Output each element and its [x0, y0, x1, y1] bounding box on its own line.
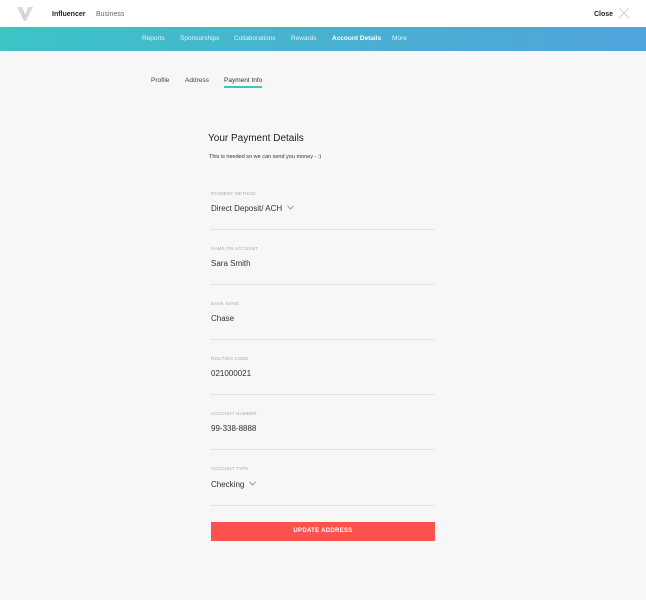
payment-method-value: Direct Deposit/ ACH: [211, 204, 283, 213]
routing-code-label: ROUTING CODE: [211, 356, 249, 361]
account-number-field[interactable]: 99-338-8888: [211, 424, 256, 434]
subtab-profile[interactable]: Profile: [151, 77, 169, 85]
nav-item-rewards[interactable]: Rewards: [291, 35, 317, 43]
update-address-button[interactable]: UPDATE ADDRESS: [211, 522, 435, 541]
nav-item-account-details[interactable]: Account Details: [332, 35, 381, 43]
name-on-account-field[interactable]: Sara Smith: [211, 259, 251, 269]
payment-method-select[interactable]: Direct Deposit/ ACH: [211, 204, 294, 214]
field-divider: [210, 505, 435, 506]
nav-item-sponsorships[interactable]: Sponsorships: [180, 35, 219, 43]
tab-influencer[interactable]: Influencer: [52, 10, 85, 19]
nav-item-more[interactable]: More: [392, 35, 407, 43]
bank-name-field[interactable]: Chase: [211, 314, 234, 324]
tab-business[interactable]: Business: [96, 10, 124, 19]
subtab-address[interactable]: Address: [185, 77, 209, 85]
account-number-label: ACCOUNT NUMBER: [211, 411, 257, 416]
account-type-select[interactable]: Checking: [211, 480, 257, 490]
v-logo-icon[interactable]: [16, 6, 34, 22]
active-tab-indicator: [224, 86, 262, 88]
account-type-value: Checking: [211, 480, 245, 489]
subtab-payment-info[interactable]: Payment Info: [224, 77, 262, 85]
top-bar: Influencer Business Close: [0, 0, 646, 27]
field-divider: [210, 229, 435, 230]
name-on-account-label: NAME ON ACCOUNT: [211, 246, 259, 251]
field-divider: [210, 284, 435, 285]
page-title: Your Payment Details: [208, 133, 304, 144]
chevron-down-icon: [287, 205, 294, 210]
field-divider: [210, 394, 435, 395]
nav-item-collaborations[interactable]: Collaborations: [234, 35, 276, 43]
bank-name-label: BANK NAME: [211, 301, 240, 306]
account-type-label: ACCOUNT TYPE: [211, 466, 249, 471]
field-divider: [210, 339, 435, 340]
nav-item-reports[interactable]: Reports: [142, 35, 165, 43]
payment-method-label: PAYMENT METHOD: [211, 191, 256, 196]
chevron-down-icon: [249, 481, 257, 486]
close-icon[interactable]: [618, 7, 630, 19]
page-subtitle: This is needed so we can send you money …: [209, 154, 322, 160]
routing-code-field[interactable]: 021000021: [211, 369, 251, 379]
field-divider: [210, 449, 435, 450]
close-button[interactable]: Close: [594, 10, 613, 19]
main-nav: Reports Sponsorships Collaborations Rewa…: [0, 27, 646, 51]
